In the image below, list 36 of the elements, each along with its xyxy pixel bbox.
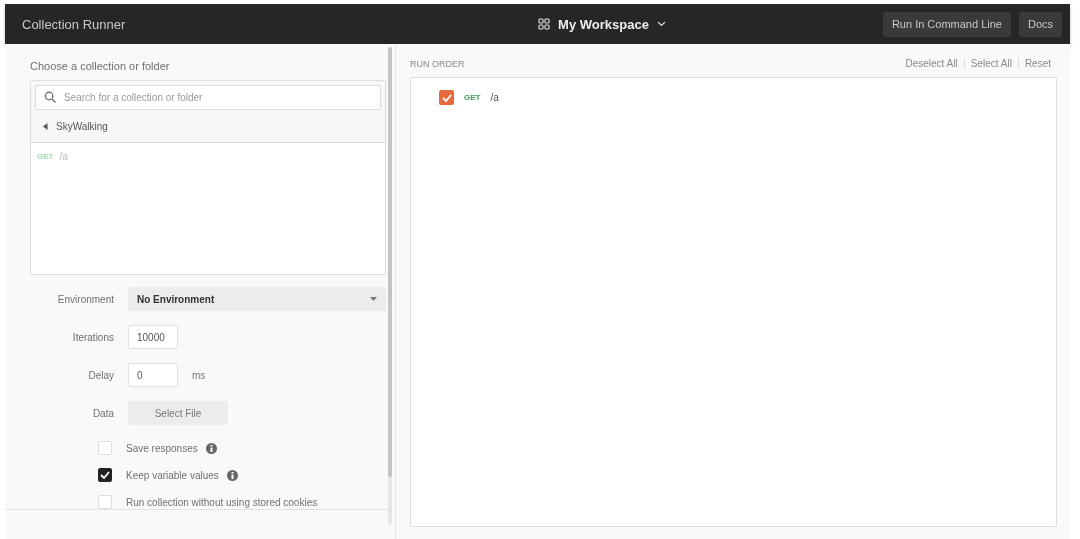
chooser-label: Choose a collection or folder bbox=[30, 60, 171, 72]
request-method: GET bbox=[37, 152, 54, 161]
iterations-field[interactable]: 10000 bbox=[128, 325, 178, 349]
grid-icon bbox=[538, 18, 551, 30]
iterations-label: Iterations bbox=[71, 331, 114, 343]
window-title: Collection Runner bbox=[22, 16, 127, 32]
action-link[interactable]: Select All bbox=[963, 58, 1018, 69]
checkbox[interactable] bbox=[439, 90, 454, 105]
chevron-down-icon[interactable] bbox=[656, 21, 666, 27]
action-link[interactable]: Reset bbox=[1017, 58, 1057, 69]
request-path: /a bbox=[59, 151, 68, 162]
search-icon bbox=[44, 91, 56, 103]
collection-name: SkyWalking bbox=[56, 120, 108, 132]
option-label: Save responses bbox=[126, 442, 198, 454]
action-link[interactable]: Deselect All bbox=[899, 58, 964, 69]
delay-field[interactable]: 0 bbox=[128, 363, 178, 387]
option-label: Run collection without using stored cookies bbox=[126, 496, 318, 508]
info-icon[interactable] bbox=[226, 469, 238, 481]
delay-label: Delay bbox=[87, 369, 114, 381]
delay-unit: ms bbox=[192, 369, 206, 381]
workspace-name[interactable]: My Workspace bbox=[558, 16, 649, 32]
option-label: Keep variable values bbox=[126, 469, 219, 481]
back-caret-icon[interactable] bbox=[43, 122, 48, 130]
request-method: GET bbox=[464, 93, 481, 102]
environment-select[interactable]: No Environment bbox=[128, 287, 386, 311]
select-file-button[interactable]: Select File bbox=[128, 401, 228, 425]
caret-down-icon bbox=[370, 297, 377, 301]
checkbox[interactable] bbox=[98, 468, 112, 482]
environment-label: Environment bbox=[56, 293, 114, 305]
info-icon[interactable] bbox=[205, 442, 217, 454]
search-field[interactable]: Search for a collection or folder bbox=[35, 85, 381, 110]
run-order-title: RUN ORDER bbox=[410, 58, 465, 69]
header-button[interactable]: Run In Command Line bbox=[882, 11, 1011, 37]
request-path: /a bbox=[490, 92, 499, 103]
header-button[interactable]: Docs bbox=[1018, 11, 1062, 37]
data-label: Data bbox=[91, 407, 114, 419]
